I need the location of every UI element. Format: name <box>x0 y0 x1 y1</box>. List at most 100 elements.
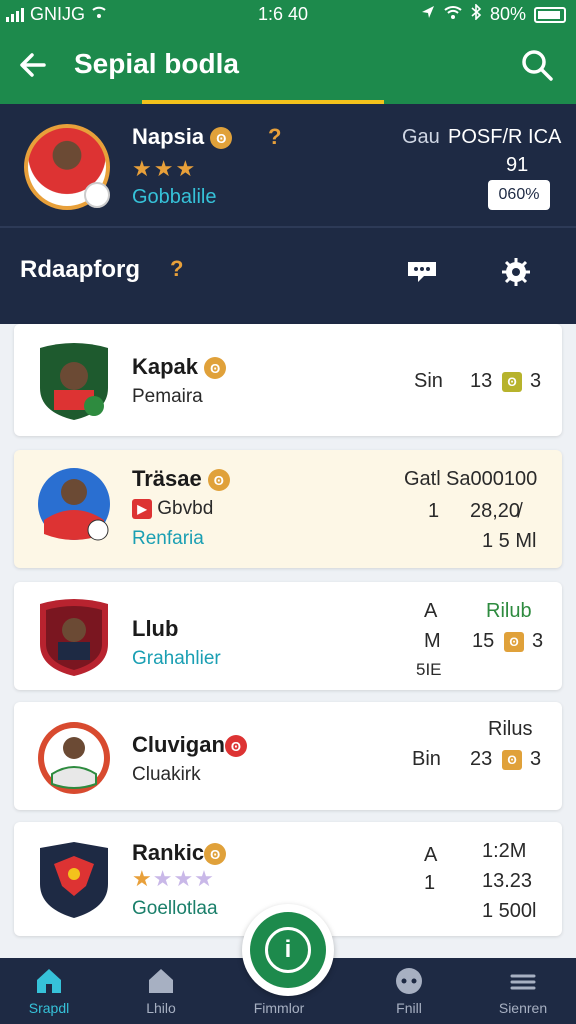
bluetooth-icon <box>470 3 482 25</box>
nav-item-home[interactable]: Srapdl <box>0 966 104 1016</box>
card-value-2: 15 <box>472 630 495 652</box>
card-value-2: 23 <box>470 748 493 770</box>
signal-icon <box>6 7 24 22</box>
status-time: 1:6 40 <box>258 4 309 24</box>
nav-item-fnill[interactable]: Fnill <box>354 966 464 1016</box>
battery-icon <box>534 6 566 23</box>
card-stat-3: 1 500l <box>482 900 537 922</box>
house-icon <box>146 966 176 996</box>
level-badge-icon: ʘ <box>504 632 524 652</box>
card-name-text: Cluvigan <box>132 732 225 757</box>
card-header-2: Rilub <box>486 600 532 622</box>
flag-icon: ▶ <box>132 498 152 519</box>
profile-name-text: Napsia <box>132 124 205 149</box>
nav-label: Srapdl <box>28 1000 70 1016</box>
profile-header-1: Gau <box>402 126 440 148</box>
nav-item-sienren[interactable]: Sienren <box>468 966 576 1016</box>
card-value-1: 1 <box>428 500 440 522</box>
card-value-3: 1 5 Ml <box>482 530 537 552</box>
card-header-2: Rilus <box>488 718 533 740</box>
nav-label: Fimmlor <box>253 1000 305 1016</box>
carrier-text: GNIJG <box>30 4 86 24</box>
list-item[interactable]: Träsae ʘ ▶ Gbvbd Renfaria Gatl Sa000100 … <box>14 450 562 568</box>
card-teal: Grahahlier <box>132 648 221 669</box>
card-value-1: Bin <box>412 748 441 770</box>
status-bar: GNIJG 1:6 40 80% <box>0 0 576 30</box>
card-name: Träsae ʘ <box>132 466 230 492</box>
card-name: Cluvigan ʘ <box>132 732 247 758</box>
info-icon: i <box>265 927 311 973</box>
location-icon <box>420 4 436 25</box>
level-badge-icon: ʘ <box>502 372 522 392</box>
dots-icon <box>394 966 424 996</box>
player-avatar[interactable] <box>24 124 110 210</box>
nav-label: Sienren <box>498 1000 548 1016</box>
card-sub: ▶ Gbvbd <box>132 498 213 520</box>
card-name-text: Rankic <box>132 840 205 865</box>
player-list: Kapak ʘ Pemaira Sin 13 ʘ 3 Träsae ʘ ▶ Gb… <box>0 324 576 958</box>
card-teal: Goellotlaa <box>132 898 218 919</box>
status-left: GNIJG <box>6 4 107 25</box>
home-icon <box>34 966 64 996</box>
section-label: Rdaapforg <box>20 256 140 283</box>
nav-label: Lhilo <box>146 1000 176 1016</box>
search-icon[interactable] <box>520 48 556 84</box>
fab-inner: i <box>250 912 326 988</box>
list-item[interactable]: Cluvigan ʘ Cluakirk Rilus Bin 23 ʘ 3 <box>14 702 562 810</box>
profile-value: 91 <box>506 154 529 176</box>
battery-percent: 80% <box>489 4 526 24</box>
card-value-2: 28,20̸ <box>470 500 521 522</box>
shield-badge-icon <box>36 342 112 420</box>
floating-action-button[interactable]: i <box>242 904 334 996</box>
card-value-3: 3 <box>532 630 544 652</box>
club-badge-icon <box>84 182 110 208</box>
card-header-1: A <box>424 600 438 622</box>
list-item[interactable]: Llub Grahahlier A Rilub M 15 ʘ 3 5IE <box>14 582 562 690</box>
profile-club: Gobbalile <box>132 186 217 208</box>
profile-pill: 060% <box>488 180 550 210</box>
list-item[interactable]: Kapak ʘ Pemaira Sin 13 ʘ 3 <box>14 324 562 436</box>
chat-icon[interactable] <box>404 256 440 291</box>
card-name-text: Träsae <box>132 466 202 491</box>
crest-badge-icon <box>36 718 112 794</box>
nav-item-lhilo[interactable]: Lhilo <box>106 966 216 1016</box>
card-stat-2: 13.23 <box>482 870 533 892</box>
card-name-text: Kapak <box>132 354 199 379</box>
card-header-1: A <box>424 844 438 866</box>
coin-icon: ʘ <box>224 735 247 758</box>
card-name: Llub <box>132 616 179 641</box>
section-help-icon[interactable]: ? <box>170 256 183 282</box>
app-bar: Sepial bodla <box>0 30 576 104</box>
level-badge-icon: ʘ <box>502 750 522 770</box>
help-icon[interactable]: ? <box>268 124 281 150</box>
card-stat-value: 13 <box>470 370 493 392</box>
back-arrow-icon[interactable] <box>16 48 52 84</box>
coin-icon: ʘ <box>207 469 230 492</box>
card-stat-level: 3 <box>530 370 542 392</box>
coin-icon: ʘ <box>210 127 233 150</box>
rating-stars: ★★★ <box>132 156 198 181</box>
card-value-1: 1 <box>424 872 436 894</box>
coin-icon: ʘ <box>204 843 227 866</box>
profile-name: Napsia ʘ <box>132 124 233 150</box>
card-name: Rankic ʘ <box>132 840 227 866</box>
wifi-icon <box>444 4 462 25</box>
card-value-1: M <box>424 630 441 652</box>
rating-stars: ★★★★ <box>132 866 215 891</box>
card-name: Kapak ʘ <box>132 354 227 380</box>
card-value-4: 5IE <box>416 660 442 679</box>
card-sub: Cluakirk <box>132 764 201 785</box>
card-stat-label: Sin <box>414 370 443 392</box>
profile-header-2: POSF/R ICA <box>448 126 562 148</box>
shield-badge-icon <box>36 598 112 676</box>
page-title: Sepial bodla <box>74 48 239 79</box>
card-value-3: 3 <box>530 748 542 770</box>
card-header-2: Sa000100 <box>446 468 538 490</box>
card-sub: Pemaira <box>132 386 203 407</box>
status-right: 80% <box>420 3 566 25</box>
round-player-badge-icon <box>36 464 112 541</box>
settings-gear-icon[interactable] <box>500 256 532 293</box>
card-header-1: Gatl <box>404 468 441 490</box>
menu-lines-icon <box>508 966 538 996</box>
card-sub-text: Gbvbd <box>157 498 214 519</box>
